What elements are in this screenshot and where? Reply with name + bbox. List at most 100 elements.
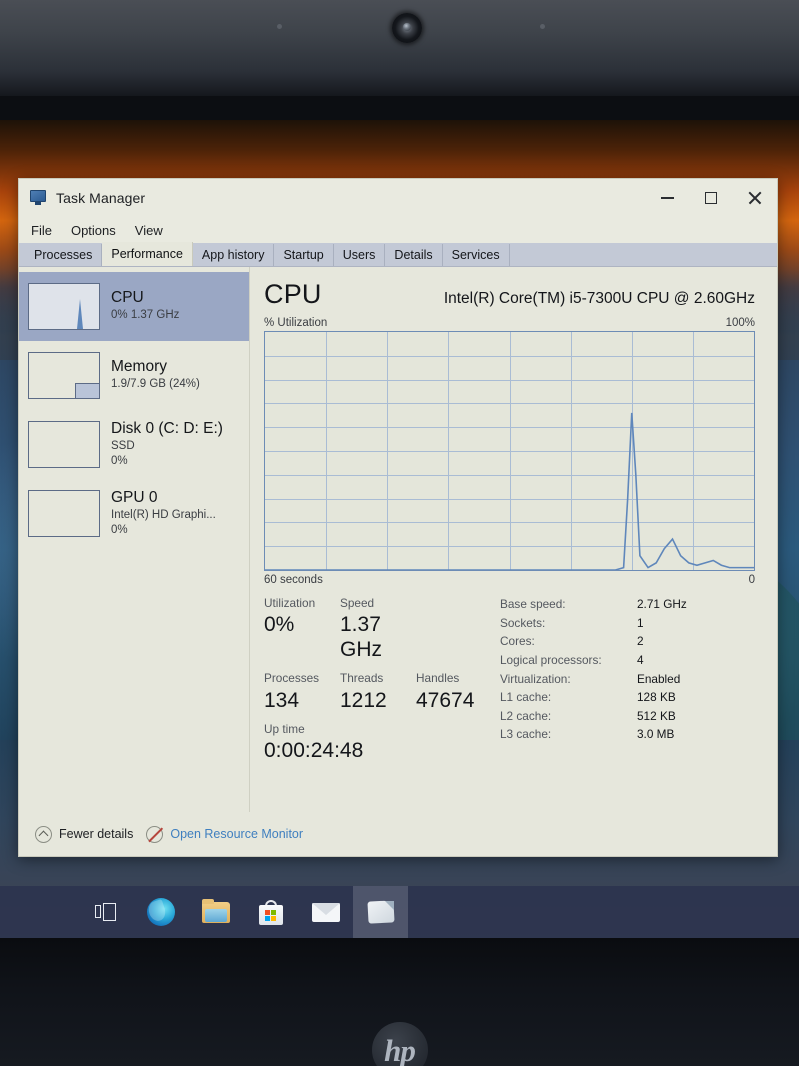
- sidebar-item-gpu-line1: Intel(R) HD Graphi...: [111, 508, 216, 521]
- spec-l3-cache-value: 3.0 MB: [637, 727, 675, 742]
- memory-thumbnail-fill: [75, 383, 99, 398]
- spec-row-logical-processors: Logical processors: 4: [500, 651, 755, 670]
- maximize-button[interactable]: [689, 179, 733, 217]
- sidebar-item-disk-line1: SSD: [111, 439, 135, 452]
- task-manager-window: Task Manager File Options View Processes: [18, 178, 778, 857]
- chevron-up-icon: [35, 825, 52, 843]
- sidebar-item-memory-title: Memory: [111, 358, 167, 376]
- spec-l3-cache-label: L3 cache:: [500, 727, 552, 742]
- taskbar-item-file-explorer[interactable]: [188, 886, 243, 938]
- graph-y-label: % Utilization: [264, 317, 328, 329]
- cpu-utilization-graph: [264, 331, 755, 571]
- sidebar-item-disk[interactable]: Disk 0 (C: D: E:) SSD 0%: [19, 410, 249, 479]
- spec-logical-processors-value: 4: [637, 652, 644, 667]
- edge-icon: [146, 898, 175, 926]
- tab-users[interactable]: Users: [333, 244, 386, 266]
- tab-bar: Processes Performance App history Startu…: [19, 242, 777, 267]
- spec-cores-value: 2: [637, 634, 644, 649]
- menu-item-file[interactable]: File: [31, 223, 52, 238]
- minimize-icon: [660, 197, 674, 199]
- graph-y-max-label: 100%: [725, 317, 755, 329]
- close-icon: [748, 191, 762, 205]
- spec-sockets-value: 1: [637, 615, 644, 630]
- sidebar-item-memory[interactable]: Memory 1.9/7.9 GB (24%): [19, 341, 249, 410]
- stat-speed: Speed 1.37 GHz: [340, 595, 420, 662]
- laptop-photo: Task Manager File Options View Processes: [0, 0, 799, 1066]
- tab-app-history[interactable]: App history: [192, 244, 275, 266]
- taskbar-item-microsoft-edge[interactable]: [133, 886, 188, 938]
- tab-services[interactable]: Services: [442, 244, 510, 266]
- cpu-live-stats: Utilization 0% Speed 1.37 GHz Processes: [264, 595, 492, 771]
- stat-processes: Processes 134: [264, 670, 340, 712]
- hp-logo-text: hp: [384, 1032, 416, 1066]
- spec-cores-label: Cores:: [500, 634, 535, 649]
- store-bag-icon: [258, 899, 283, 925]
- stat-handles: Handles 47674: [416, 670, 492, 712]
- spec-virtualization-value: Enabled: [637, 671, 681, 686]
- cpu-model-name: Intel(R) Core(TM) i5-7300U CPU @ 2.60GHz: [443, 290, 755, 307]
- taskbar-item-mail[interactable]: [298, 886, 353, 938]
- cpu-specifications: Base speed: 2.71 GHz Sockets: 1 Cores: 2: [492, 595, 755, 771]
- stat-uptime-value: 0:00:24:48: [264, 738, 364, 762]
- cpu-thumbnail-spike: [77, 299, 83, 329]
- spec-sockets-label: Sockets:: [500, 615, 546, 630]
- stat-uptime: Up time 0:00:24:48: [264, 721, 363, 763]
- open-resource-monitor-label: Open Resource Monitor: [170, 827, 304, 841]
- spec-row-cores: Cores: 2: [500, 632, 755, 651]
- screen-dark-band: [0, 96, 799, 120]
- stat-processes-label: Processes: [264, 671, 320, 686]
- task-manager-icon: [29, 190, 47, 206]
- performance-detail-panel: CPU Intel(R) Core(TM) i5-7300U CPU @ 2.6…: [250, 267, 777, 812]
- gpu-thumbnail-graph: [28, 490, 100, 537]
- stat-threads: Threads 1212: [340, 670, 416, 712]
- bezel-sensor-dot: [277, 24, 282, 29]
- spec-row-l1-cache: L1 cache: 128 KB: [500, 688, 755, 707]
- taskbar-item-microsoft-store[interactable]: [243, 886, 298, 938]
- title-bar: Task Manager: [19, 179, 777, 217]
- stat-utilization-value: 0%: [264, 613, 295, 637]
- spec-row-virtualization: Virtualization: Enabled: [500, 670, 755, 689]
- memory-thumbnail-graph: [28, 352, 100, 399]
- stat-handles-label: Handles: [416, 671, 460, 686]
- sidebar-item-gpu-line2: 0%: [111, 523, 128, 536]
- fewer-details-button[interactable]: Fewer details: [35, 825, 133, 843]
- spec-l2-cache-label: L2 cache:: [500, 708, 552, 723]
- spec-virtualization-label: Virtualization:: [500, 671, 571, 686]
- sidebar-item-gpu[interactable]: GPU 0 Intel(R) HD Graphi... 0%: [19, 479, 249, 548]
- window-footer: Fewer details Open Resource Monitor: [19, 812, 777, 856]
- menu-bar: File Options View: [19, 217, 777, 243]
- taskbar[interactable]: [0, 886, 799, 938]
- page-title: CPU: [264, 279, 322, 309]
- spec-l1-cache-value: 128 KB: [637, 690, 676, 705]
- sidebar-item-disk-line2: 0%: [111, 454, 128, 467]
- stat-uptime-label: Up time: [264, 721, 305, 736]
- spec-row-l2-cache: L2 cache: 512 KB: [500, 707, 755, 726]
- cpu-header: CPU Intel(R) Core(TM) i5-7300U CPU @ 2.6…: [264, 279, 755, 310]
- close-button[interactable]: [733, 179, 777, 217]
- menu-item-options[interactable]: Options: [71, 223, 116, 238]
- sidebar-item-cpu[interactable]: CPU 0% 1.37 GHz: [19, 272, 249, 341]
- spec-base-speed-value: 2.71 GHz: [637, 597, 687, 611]
- stat-utilization-label: Utilization: [264, 596, 316, 610]
- stat-handles-value: 47674: [416, 688, 475, 712]
- disk-thumbnail-graph: [28, 421, 100, 468]
- resource-sidebar: CPU 0% 1.37 GHz Memory 1.9/7.9 GB (24%): [19, 267, 250, 812]
- tab-performance[interactable]: Performance: [102, 242, 193, 266]
- sidebar-item-memory-line1: 1.9/7.9 GB (24%): [111, 378, 200, 391]
- task-view-icon: [94, 903, 117, 921]
- spec-row-base-speed: Base speed: 2.71 GHz: [500, 595, 755, 614]
- taskbar-item-task-manager[interactable]: [353, 886, 408, 938]
- sidebar-item-cpu-line1: 0% 1.37 GHz: [111, 309, 180, 322]
- stat-threads-value: 1212: [340, 688, 387, 712]
- tab-details[interactable]: Details: [385, 244, 443, 266]
- tab-startup[interactable]: Startup: [274, 244, 334, 266]
- laptop-top-bezel: [0, 0, 799, 96]
- minimize-button[interactable]: [645, 179, 689, 217]
- stat-speed-value: 1.37 GHz: [340, 613, 382, 662]
- open-resource-monitor-link[interactable]: Open Resource Monitor: [146, 825, 304, 843]
- spec-base-speed-label: Base speed:: [500, 597, 566, 611]
- task-manager-icon: [366, 900, 395, 924]
- taskbar-item-task-view[interactable]: [78, 886, 133, 938]
- menu-item-view[interactable]: View: [135, 223, 163, 238]
- tab-processes[interactable]: Processes: [25, 244, 103, 266]
